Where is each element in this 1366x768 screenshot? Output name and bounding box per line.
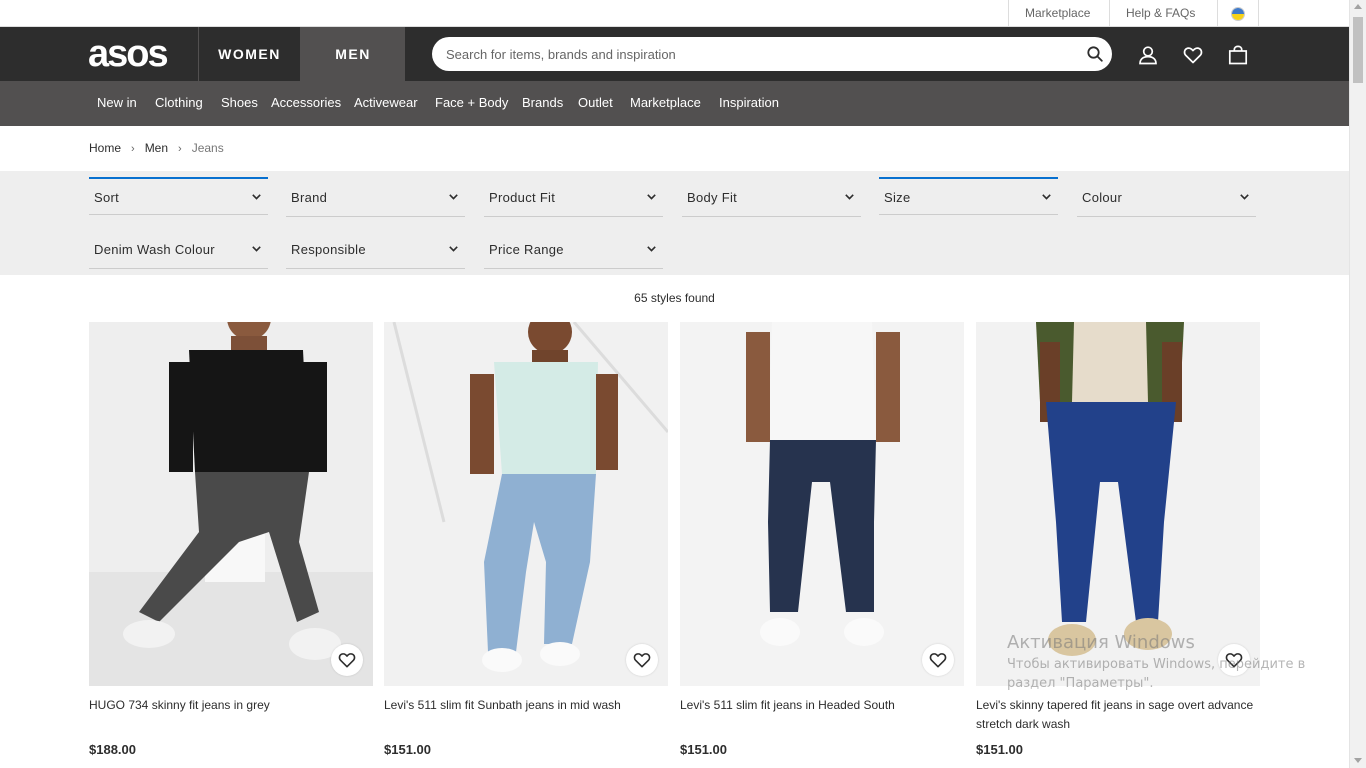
filter-label: Size [884,190,911,205]
product-card[interactable]: Levi's skinny tapered fit jeans in sage … [976,322,1260,757]
filter-price-range[interactable]: Price Range [484,231,663,269]
utility-help-link[interactable]: Help & FAQs [1109,0,1217,27]
nav-item-new-in[interactable]: New in [97,81,137,126]
product-name[interactable]: Levi's skinny tapered fit jeans in sage … [976,696,1260,738]
windows-activation-watermark: Активация Windows Чтобы активировать Win… [1007,632,1305,691]
filter-label: Colour [1082,190,1123,205]
breadcrumb-separator: › [178,143,182,155]
nav-item-shoes[interactable]: Shoes [221,81,258,126]
breadcrumb-men[interactable]: Men [145,141,168,155]
scroll-thumb[interactable] [1353,17,1363,83]
product-photo-placeholder [89,322,373,686]
chevron-down-icon [1240,194,1249,200]
heart-icon [929,653,947,668]
filter-label: Price Range [489,242,564,257]
save-for-later-button[interactable] [626,644,658,676]
top-shape [768,322,876,440]
product-photo-placeholder [384,322,668,686]
product-price: $151.00 [384,742,431,757]
filter-label: Responsible [291,242,366,257]
nav-item-outlet[interactable]: Outlet [578,81,613,126]
breadcrumb-current: Jeans [191,141,224,155]
heart-icon [338,653,356,668]
tab-men[interactable]: MEN [301,27,405,81]
watermark-line-2: раздел "Параметры". [1007,676,1154,691]
filter-label: Body Fit [687,190,738,205]
shopping-bag-icon[interactable] [1228,45,1248,65]
save-for-later-button[interactable] [331,644,363,676]
nav-item-activewear[interactable]: Activewear [354,81,418,126]
category-nav: New in Clothing Shoes Accessories Active… [0,81,1349,126]
filter-brand[interactable]: Brand [286,179,465,217]
results-count: 65 styles found [634,291,715,305]
account-icon[interactable] [1138,45,1158,65]
chevron-down-icon [1042,194,1051,200]
filter-body-fit[interactable]: Body Fit [682,179,861,217]
filter-label: Product Fit [489,190,556,205]
breadcrumb-home[interactable]: Home [89,141,121,155]
filter-label: Denim Wash Colour [94,242,215,257]
filter-sort[interactable]: Sort [89,177,268,215]
product-image[interactable] [680,322,964,686]
utility-bar: Marketplace Help & FAQs [0,0,1349,27]
watermark-line-1: Чтобы активировать Windows, перейдите в [1007,657,1306,672]
top-shape [494,362,598,474]
filter-label: Brand [291,190,328,205]
nav-item-accessories[interactable]: Accessories [271,81,341,126]
search-input[interactable] [446,37,1076,71]
chevron-down-icon [252,246,261,252]
product-image[interactable] [89,322,373,686]
wishlist-heart-icon[interactable] [1183,45,1203,65]
tab-women[interactable]: WOMEN [198,27,301,81]
search-icon[interactable] [1087,46,1103,62]
country-selector[interactable] [1217,0,1259,27]
filter-bar: Sort Brand Product Fit Body Fit Size Col… [0,171,1349,275]
chevron-down-icon [647,194,656,200]
utility-marketplace-link[interactable]: Marketplace [1008,0,1109,27]
filter-denim-wash-colour[interactable]: Denim Wash Colour [89,231,268,269]
scroll-up-arrow-icon[interactable] [1354,4,1362,9]
heart-icon [633,653,651,668]
product-price: $188.00 [89,742,136,757]
filter-label: Sort [94,190,120,205]
chevron-down-icon [845,194,854,200]
nav-item-brands[interactable]: Brands [522,81,563,126]
asos-logo[interactable]: asos [88,35,169,73]
nav-item-inspiration[interactable]: Inspiration [719,81,779,126]
page-scrollbar[interactable] [1349,0,1366,768]
product-name[interactable]: HUGO 734 skinny fit jeans in grey [89,696,373,738]
save-for-later-button[interactable] [922,644,954,676]
product-photo-placeholder [680,322,964,686]
search-box [432,37,1112,71]
scroll-down-arrow-icon[interactable] [1354,758,1362,763]
nav-item-marketplace[interactable]: Marketplace [630,81,701,126]
product-card[interactable]: HUGO 734 skinny fit jeans in grey $188.0… [89,322,373,757]
ukraine-flag-icon [1231,7,1245,21]
product-image[interactable] [384,322,668,686]
filter-responsible[interactable]: Responsible [286,231,465,269]
chevron-down-icon [449,194,458,200]
watermark-title: Активация Windows [1007,632,1195,653]
top-shape [189,350,309,472]
product-name[interactable]: Levi's 511 slim fit jeans in Headed Sout… [680,696,964,738]
filter-product-fit[interactable]: Product Fit [484,179,663,217]
chevron-down-icon [252,194,261,200]
breadcrumb: Home › Men › Jeans [89,141,224,155]
breadcrumb-separator: › [131,143,135,155]
product-name[interactable]: Levi's 511 slim fit Sunbath jeans in mid… [384,696,668,738]
nav-item-face-body[interactable]: Face + Body [435,81,508,126]
product-card[interactable]: Levi's 511 slim fit Sunbath jeans in mid… [384,322,668,757]
filter-size[interactable]: Size [879,177,1058,215]
main-header: asos WOMEN MEN [0,27,1349,81]
filter-colour[interactable]: Colour [1077,179,1256,217]
chevron-down-icon [647,246,656,252]
product-price: $151.00 [976,742,1023,757]
product-price: $151.00 [680,742,727,757]
chevron-down-icon [449,246,458,252]
nav-item-clothing[interactable]: Clothing [155,81,203,126]
product-card[interactable]: Levi's 511 slim fit jeans in Headed Sout… [680,322,964,757]
